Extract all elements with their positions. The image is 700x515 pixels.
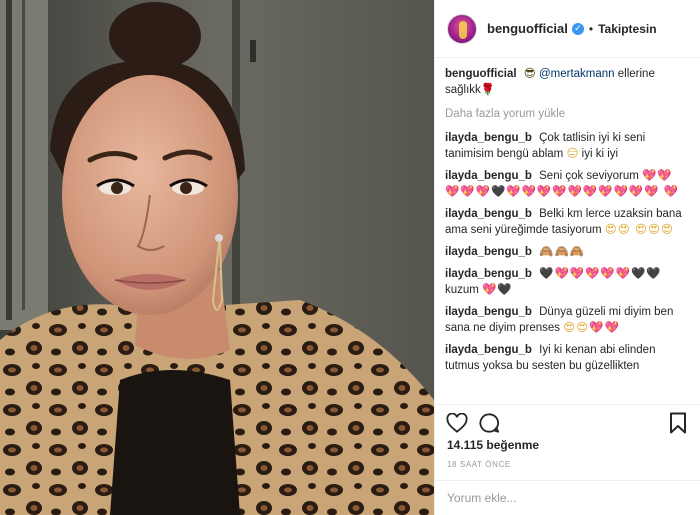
follow-status-button[interactable]: Takiptesin [598,22,656,36]
sunglasses-emoji-icon: 😎 [523,68,536,80]
avatar[interactable] [447,13,477,44]
heart-outline-icon[interactable] [445,411,469,435]
action-bar [435,404,700,440]
list-item: ilayda_bengu_b Iyi ki kenan abi elinden … [445,342,690,374]
comment-text: Seni çok seviyorum [539,170,639,182]
post-photo[interactable] [0,0,434,515]
comment-username[interactable]: ilayda_bengu_b [445,344,532,356]
hearts-emoji-icon-2: 💖🖤 [482,284,513,296]
hearts-emoji-icon: 🖤💖💖💖💖💖🖤🖤 [539,268,662,280]
comment-username[interactable]: ilayda_bengu_b [445,208,532,220]
post-header: benguofficial ✓ • Takiptesin [435,0,700,58]
caption-mention-link[interactable]: @mertakmann [539,68,615,80]
list-item: ilayda_bengu_b 🖤💖💖💖💖💖🖤🖤 kuzum 💖🖤 [445,266,690,298]
selfie-illustration [0,0,434,515]
caption-username[interactable]: benguofficial [445,68,517,80]
comment-input[interactable] [447,491,677,505]
speech-bubble-icon[interactable] [477,411,501,435]
header-username[interactable]: benguofficial [487,21,568,36]
comments-list[interactable]: benguofficial 😎 @mertakmann ellerine sağ… [445,66,690,396]
comment-username[interactable]: ilayda_bengu_b [445,170,532,182]
list-item: ilayda_bengu_b Belki km lerce uzaksin ba… [445,206,690,238]
emoji-icon: 😑 [566,148,579,160]
comment-username[interactable]: ilayda_bengu_b [445,268,532,280]
post-timestamp[interactable]: 18 SAAT ÖNCE [447,460,511,469]
comment-text-2: kuzum [445,284,479,296]
separator-dot: • [588,21,594,36]
comment-text-2: iyi ki iyi [581,148,619,160]
list-item: ilayda_bengu_b Dünya güzeli mi diyim ben… [445,304,690,336]
comment-username[interactable]: ilayda_bengu_b [445,306,532,318]
monkey-emoji-icon: 🙈🙈🙈 [539,246,586,258]
list-item: ilayda_bengu_b 🙈🙈🙈 [445,244,690,260]
comment-username[interactable]: ilayda_bengu_b [445,132,532,144]
heart-eyes-emoji-icon: 😍😍💖💖 [563,322,620,334]
add-comment-bar [435,480,700,515]
comment-username[interactable]: ilayda_bengu_b [445,246,532,258]
verified-badge-icon: ✓ [571,22,584,35]
load-more-comments-link[interactable]: Daha fazla yorum yükle [445,106,690,122]
heart-eyes-emoji-icon: 😍😍 😍😍😍 [604,224,674,236]
bookmark-icon[interactable] [666,411,690,435]
rose-emoji-icon: 🌹 [480,84,496,96]
post-side-panel: benguofficial ✓ • Takiptesin benguoffici… [434,0,700,515]
likes-count[interactable]: 14.115 beğenme [447,438,539,452]
list-item: ilayda_bengu_b Seni çok seviyorum 💖💖 💖💖💖… [445,168,690,200]
list-item: ilayda_bengu_b Çok tatlisin iyi ki seni … [445,130,690,162]
caption: benguofficial 😎 @mertakmann ellerine sağ… [445,66,690,98]
